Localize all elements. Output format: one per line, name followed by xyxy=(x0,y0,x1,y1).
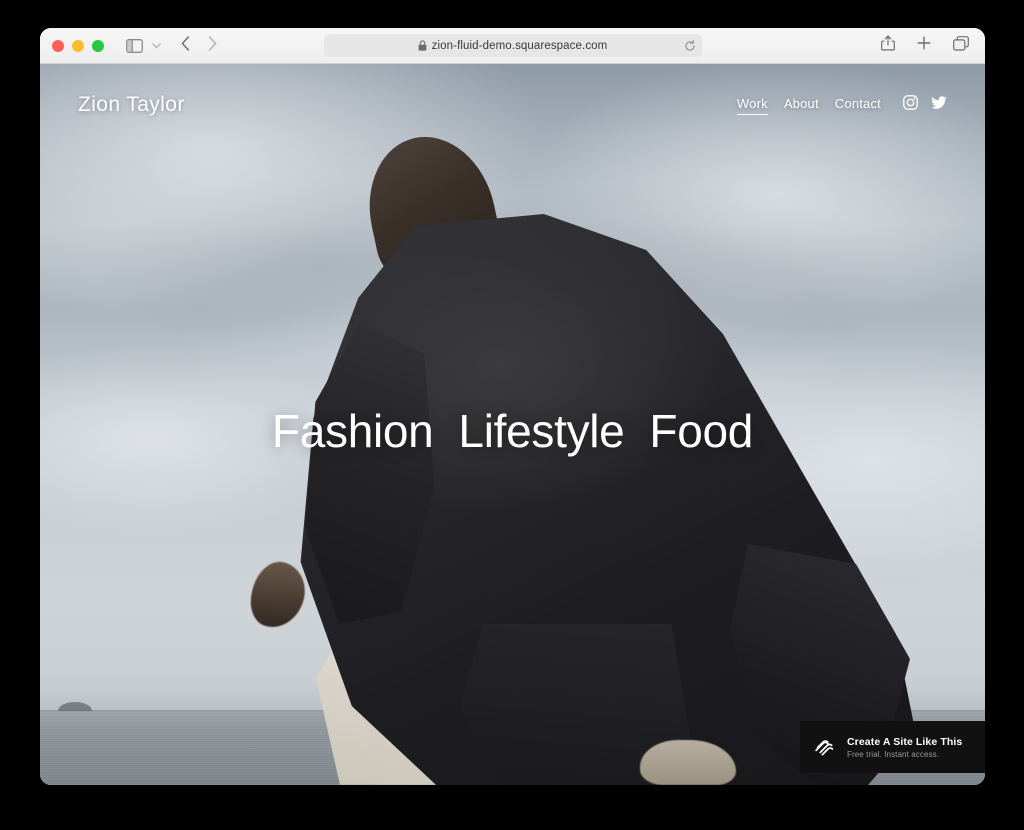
chevron-down-icon xyxy=(152,43,161,49)
nav-item-about[interactable]: About xyxy=(784,96,819,115)
zoom-window-button[interactable] xyxy=(92,40,104,52)
promo-title: Create A Site Like This xyxy=(847,736,962,748)
tab-overview-button[interactable] xyxy=(953,36,969,56)
site-navigation: Work About Contact xyxy=(737,95,947,115)
url-text: zion-fluid-demo.squarespace.com xyxy=(432,40,608,52)
chevron-left-icon xyxy=(181,36,190,51)
minimize-window-button[interactable] xyxy=(72,40,84,52)
nav-item-work[interactable]: Work xyxy=(737,96,768,115)
sidebar-icon xyxy=(126,39,143,53)
address-bar-content: zion-fluid-demo.squarespace.com xyxy=(418,40,608,52)
sidebar-toggle-button[interactable] xyxy=(126,39,143,53)
instagram-link[interactable] xyxy=(903,95,918,115)
site-logo[interactable]: Zion Taylor xyxy=(78,93,185,117)
instagram-icon xyxy=(903,95,918,110)
address-bar[interactable]: zion-fluid-demo.squarespace.com xyxy=(324,34,702,57)
site-header: Zion Taylor Work About Contact xyxy=(40,64,985,146)
browser-window: zion-fluid-demo.squarespace.com xyxy=(40,28,985,785)
tab-group-chevron-button[interactable] xyxy=(152,43,161,49)
twitter-icon xyxy=(931,96,947,110)
plus-icon xyxy=(917,36,931,50)
promo-text-block: Create A Site Like This Free trial. Inst… xyxy=(847,736,962,759)
toolbar-right-actions xyxy=(881,35,973,56)
address-bar-container: zion-fluid-demo.squarespace.com xyxy=(324,34,702,57)
back-button[interactable] xyxy=(181,36,190,56)
hero-title: Fashion Lifestyle Food xyxy=(272,404,753,458)
navigation-arrows xyxy=(181,36,217,56)
share-icon xyxy=(881,35,895,51)
web-page-content: Zion Taylor Work About Contact xyxy=(40,64,985,785)
squarespace-logo-icon xyxy=(813,735,837,759)
chevron-right-icon xyxy=(208,36,217,51)
social-links xyxy=(903,95,947,115)
squarespace-promo-banner[interactable]: Create A Site Like This Free trial. Inst… xyxy=(800,721,985,773)
twitter-link[interactable] xyxy=(931,96,947,115)
forward-button[interactable] xyxy=(208,36,217,56)
reload-button[interactable] xyxy=(684,40,696,52)
tab-overview-icon xyxy=(953,36,969,51)
window-controls xyxy=(52,40,104,52)
close-window-button[interactable] xyxy=(52,40,64,52)
nav-item-contact[interactable]: Contact xyxy=(835,96,881,115)
browser-toolbar: zion-fluid-demo.squarespace.com xyxy=(40,28,985,64)
reload-icon xyxy=(684,40,696,52)
hero-section: Fashion Lifestyle Food xyxy=(40,404,985,458)
promo-subtitle: Free trial. Instant access. xyxy=(847,750,962,759)
lock-icon xyxy=(418,40,427,51)
share-button[interactable] xyxy=(881,35,895,56)
new-tab-button[interactable] xyxy=(917,36,931,55)
